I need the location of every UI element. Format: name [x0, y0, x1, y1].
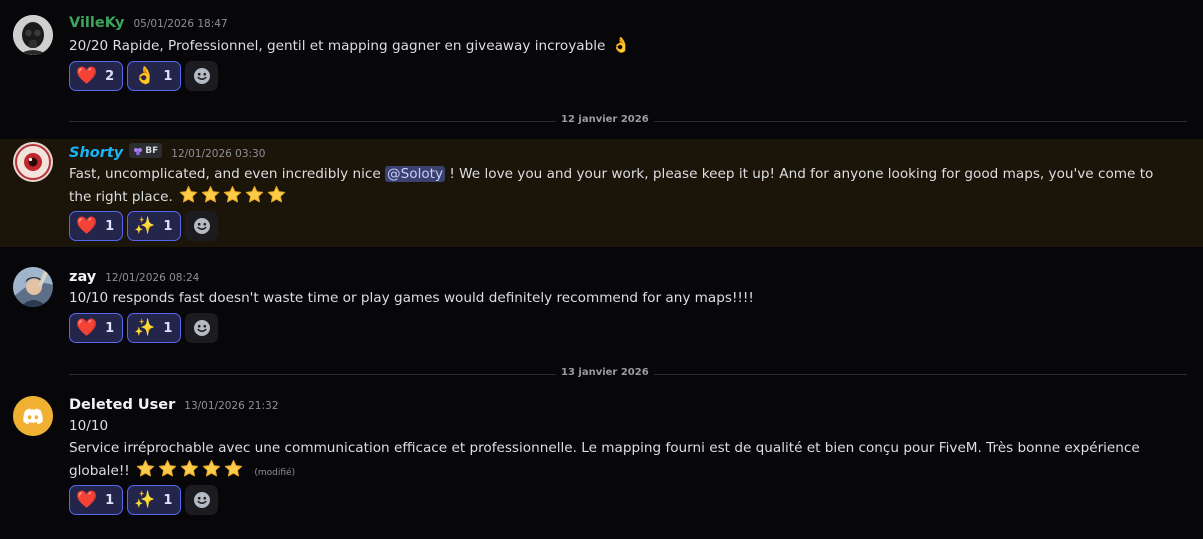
smile-icon	[192, 216, 212, 236]
message-zay: zay 12/01/2026 08:24 10/10 responds fast…	[0, 256, 1203, 356]
add-reaction-button[interactable]	[185, 485, 219, 515]
message-content: 10/10 Service irréprochable avec une com…	[69, 415, 1179, 484]
smile-icon	[192, 490, 212, 510]
sparkles-icon: ✨	[134, 317, 156, 338]
reactions-bar: ❤️ 1 ✨ 1	[69, 485, 219, 515]
reactions-bar: ❤️ 1 ✨ 1	[69, 313, 219, 343]
star-icon	[224, 459, 243, 478]
message-line-1: 10/10	[69, 418, 109, 434]
add-reaction-button[interactable]	[185, 61, 219, 91]
eye-avatar-icon	[13, 142, 53, 182]
message-content: 20/20 Rapide, Professionnel, gentil et m…	[69, 35, 1179, 57]
message-text: 10/10 responds fast doesn't waste time o…	[69, 290, 754, 306]
date-divider-label: 12 janvier 2026	[556, 114, 654, 125]
reaction-count: 1	[163, 68, 173, 84]
smile-icon	[192, 318, 212, 338]
reaction-count: 1	[105, 320, 115, 336]
ok-hand-emoji: 👌	[611, 36, 631, 54]
date-divider-label: 13 janvier 2026	[556, 367, 654, 378]
sparkles-icon: ✨	[134, 489, 156, 510]
message-villeky: VilleKy 05/01/2026 18:47 20/20 Rapide, P…	[0, 0, 1203, 104]
sparkles-icon: ✨	[134, 215, 156, 236]
badge-text: BF	[145, 145, 159, 156]
reaction-heart[interactable]: ❤️ 1	[69, 485, 124, 515]
reaction-sparkles[interactable]: ✨ 1	[127, 211, 182, 241]
star-icon	[267, 185, 286, 204]
chat-message-list: VilleKy 05/01/2026 18:47 20/20 Rapide, P…	[0, 0, 1203, 539]
reaction-ok-hand[interactable]: 👌 1	[127, 61, 182, 91]
star-icon	[179, 185, 198, 204]
star-icon	[223, 185, 242, 204]
heart-icon: ❤️	[76, 65, 98, 86]
avatar[interactable]	[13, 396, 53, 436]
reaction-count: 1	[105, 492, 115, 508]
reaction-heart[interactable]: ❤️ 2	[69, 61, 124, 91]
avatar[interactable]	[13, 142, 53, 182]
reactions-bar: ❤️ 1 ✨ 1	[69, 211, 219, 241]
message-content: Fast, uncomplicated, and even incredibly…	[69, 163, 1179, 208]
discord-logo-icon	[13, 396, 53, 436]
user-mention[interactable]: @Soloty	[385, 166, 446, 182]
username[interactable]: Deleted User	[69, 397, 175, 413]
reaction-count: 1	[105, 218, 115, 234]
star-icon	[158, 459, 177, 478]
date-divider: 13 janvier 2026	[69, 367, 1187, 378]
heart-icon: ❤️	[76, 489, 98, 510]
username[interactable]: zay	[69, 269, 96, 285]
gas-mask-avatar-icon	[13, 15, 53, 55]
message-text: Fast, uncomplicated, and even incredibly…	[69, 166, 381, 182]
reaction-heart[interactable]: ❤️ 1	[69, 211, 124, 241]
add-reaction-button[interactable]	[185, 211, 219, 241]
avatar[interactable]	[13, 267, 53, 307]
username[interactable]: VilleKy	[69, 15, 124, 31]
timestamp: 12/01/2026 03:30	[171, 147, 266, 160]
message-text: 20/20 Rapide, Professionnel, gentil et m…	[69, 38, 606, 54]
heart-icon: ❤️	[76, 317, 98, 338]
guild-tag-badge[interactable]: BF	[129, 143, 163, 158]
reaction-sparkles[interactable]: ✨ 1	[127, 313, 182, 343]
ok-hand-icon: 👌	[134, 65, 156, 86]
date-divider: 12 janvier 2026	[69, 114, 1187, 125]
message-content: 10/10 responds fast doesn't waste time o…	[69, 287, 1179, 309]
reaction-count: 2	[105, 68, 115, 84]
star-icon	[201, 185, 220, 204]
timestamp: 05/01/2026 18:47	[133, 18, 228, 30]
avatar[interactable]	[13, 15, 53, 55]
character-avatar-icon	[13, 267, 53, 307]
reaction-count: 1	[163, 218, 173, 234]
reaction-count: 1	[163, 320, 173, 336]
edited-label: (modifié)	[254, 468, 296, 478]
reaction-sparkles[interactable]: ✨ 1	[127, 485, 182, 515]
star-icon	[202, 459, 221, 478]
star-icon	[136, 459, 155, 478]
smile-icon	[192, 66, 212, 86]
star-rating	[136, 463, 250, 479]
reactions-bar: ❤️ 2 👌 1	[69, 61, 219, 91]
reaction-heart[interactable]: ❤️ 1	[69, 313, 124, 343]
star-icon	[180, 459, 199, 478]
timestamp: 12/01/2026 08:24	[105, 272, 200, 284]
timestamp: 13/01/2026 21:32	[184, 400, 279, 412]
username[interactable]: Shorty	[69, 145, 123, 161]
grape-icon	[134, 147, 143, 155]
star-rating	[179, 189, 289, 205]
reaction-count: 1	[163, 492, 173, 508]
message-shorty: Shorty BF 12/01/2026 03:30 Fast, uncompl…	[0, 139, 1203, 247]
message-deleted-user: Deleted User 13/01/2026 21:32 10/10 Serv…	[0, 390, 1203, 539]
add-reaction-button[interactable]	[185, 313, 219, 343]
star-icon	[245, 185, 264, 204]
heart-icon: ❤️	[76, 215, 98, 236]
